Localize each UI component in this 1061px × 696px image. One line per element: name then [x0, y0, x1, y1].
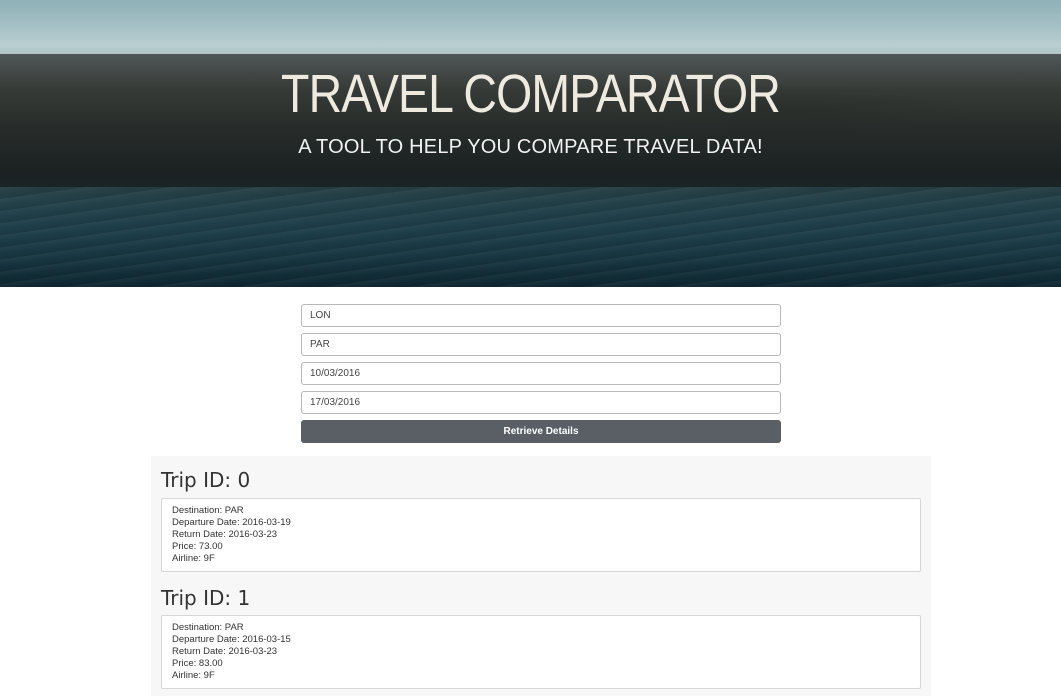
page-subtitle: A TOOL TO HELP YOU COMPARE TRAVEL DATA!	[298, 136, 763, 158]
hero-banner: TRAVEL COMPARATOR A TOOL TO HELP YOU COM…	[0, 0, 1061, 287]
hero-title-band: TRAVEL COMPARATOR A TOOL TO HELP YOU COM…	[0, 54, 1061, 187]
trip-return-date: Return Date: 2016-03-23	[172, 646, 278, 657]
retrieve-details-button[interactable]: Retrieve Details	[301, 420, 781, 443]
trip-card: Destination: PAR Departure Date: 2016-03…	[161, 615, 921, 689]
trip-price: Price: 73.00	[172, 541, 223, 552]
trip-airline: Airline: 9F	[172, 670, 215, 681]
trip-departure-date: Departure Date: 2016-03-15	[172, 634, 291, 645]
departure-date-input[interactable]	[301, 362, 781, 385]
destination-input[interactable]	[301, 333, 781, 356]
trip-destination: Destination: PAR	[172, 505, 244, 516]
trip-airline: Airline: 9F	[172, 553, 215, 564]
trip-title: Trip ID: 0	[161, 468, 251, 492]
trip-destination: Destination: PAR	[172, 622, 244, 633]
results-panel: Trip ID: 0 Destination: PAR Departure Da…	[151, 456, 931, 696]
page-title: TRAVEL COMPARATOR	[281, 64, 781, 124]
search-form: Retrieve Details	[301, 304, 781, 443]
return-date-input[interactable]	[301, 391, 781, 414]
trip-return-date: Return Date: 2016-03-23	[172, 529, 278, 540]
trip-card: Destination: PAR Departure Date: 2016-03…	[161, 498, 921, 572]
trip-price: Price: 83.00	[172, 658, 223, 669]
trip-title: Trip ID: 1	[161, 586, 251, 610]
trip-departure-date: Departure Date: 2016-03-19	[172, 517, 291, 528]
origin-input[interactable]	[301, 304, 781, 327]
